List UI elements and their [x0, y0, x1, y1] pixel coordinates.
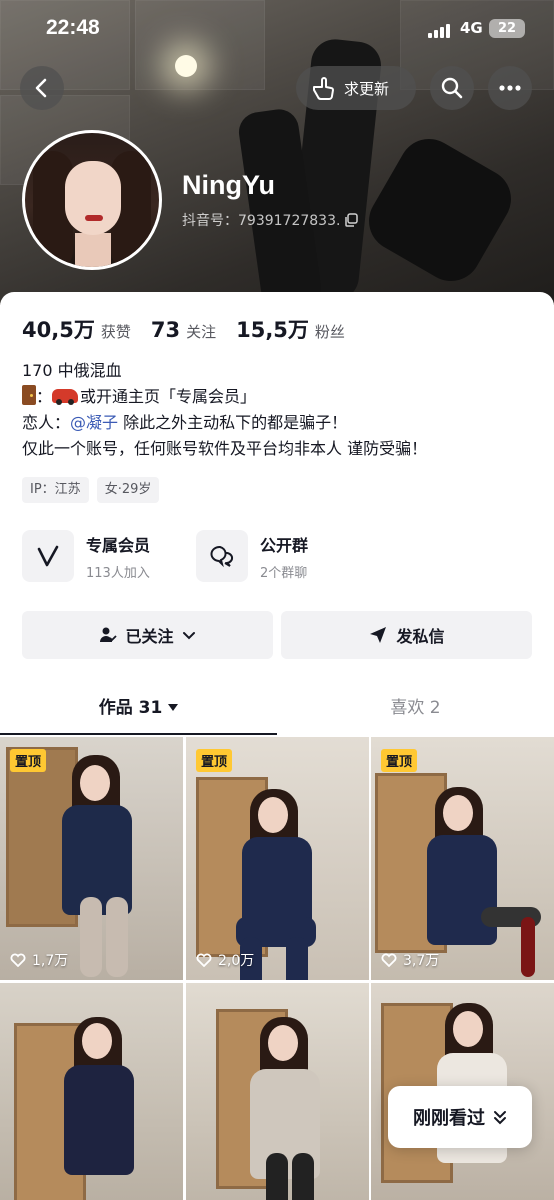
bio-line-3-prefix: 恋人：	[22, 413, 71, 432]
back-button[interactable]	[20, 66, 64, 110]
pointing-hand-icon	[313, 77, 334, 100]
chevron-left-icon	[35, 78, 47, 98]
bio-line-4: 仅此一个账号，任何账号软件及平台均非本人 谨防受骗！	[22, 439, 428, 458]
v-logo-icon	[22, 530, 74, 582]
status-bar: 22:48 4G 22	[0, 0, 554, 60]
video-likes-count: 1,7万	[32, 953, 69, 969]
send-icon	[370, 627, 387, 643]
tab-likes-label: 喜欢 2	[390, 698, 441, 718]
profile-name: NingYu	[182, 170, 275, 200]
public-group-entry[interactable]: 公开群 2个群聊	[196, 530, 308, 582]
public-group-subtitle: 2个群聊	[260, 565, 308, 581]
video-likes: 2,0万	[196, 950, 254, 970]
gender-age-tag: 女·29岁	[96, 477, 160, 503]
profile-bio: 170 中俄混血 ： 或开通主页「专属会员」 恋人：@凝子 除此之外主动私下的都是…	[22, 358, 427, 462]
recently-viewed-button[interactable]: 刚刚看过	[388, 1086, 532, 1148]
membership-title: 专属会员	[86, 535, 151, 555]
tab-works[interactable]: 作品 31	[0, 682, 277, 735]
heart-icon	[381, 953, 397, 967]
user-check-icon	[100, 627, 118, 642]
following-count[interactable]: 73	[151, 318, 180, 342]
tab-likes[interactable]: 喜欢 2	[277, 682, 554, 734]
bio-line-3: 恋人：@凝子 除此之外主动私下的都是骗子！	[22, 410, 427, 436]
heart-icon	[10, 953, 26, 967]
bio-mention-link[interactable]: @凝子	[70, 413, 118, 432]
recently-viewed-label: 刚刚看过	[413, 1108, 485, 1129]
video-likes-count: 3,7万	[403, 953, 440, 969]
profile-actions: 已关注 发私信	[22, 611, 532, 659]
network-type: 4G	[460, 19, 483, 37]
video-likes: 1,7万	[10, 950, 68, 970]
search-icon	[441, 77, 463, 99]
video-thumbnail[interactable]: 置顶 2,0万	[186, 737, 369, 980]
membership-subtitle: 113人加入	[86, 565, 150, 581]
avatar[interactable]	[22, 130, 162, 270]
chevron-down-icon	[182, 632, 195, 640]
video-likes-count: 2,0万	[218, 953, 255, 969]
message-button[interactable]: 发私信	[281, 611, 532, 659]
followers-count[interactable]: 15,5万	[236, 314, 309, 344]
car-emoji-icon	[52, 389, 79, 405]
likes-count: 40,5万	[22, 318, 95, 342]
following-label[interactable]: 关注	[186, 321, 216, 342]
followers-label[interactable]: 粉丝	[315, 321, 345, 342]
pinned-badge: 置顶	[196, 749, 233, 772]
feature-entries: 专属会员 113人加入 公开群 2个群聊	[22, 530, 308, 582]
signal-icon	[428, 22, 454, 38]
video-thumbnail[interactable]	[0, 983, 183, 1200]
heart-icon	[196, 953, 212, 967]
battery-indicator: 22	[489, 19, 525, 38]
bio-separator: ：	[36, 387, 53, 406]
profile-stats: 40,5万 获赞 73 关注 15,5万 粉丝	[22, 314, 359, 344]
copy-icon[interactable]	[344, 213, 359, 227]
tab-works-label: 作品 31	[98, 698, 163, 718]
more-button[interactable]	[488, 66, 532, 110]
likes-label: 获赞	[100, 323, 131, 341]
message-button-label: 发私信	[396, 627, 445, 646]
membership-entry[interactable]: 专属会员 113人加入	[22, 530, 150, 582]
public-group-title: 公开群	[260, 535, 309, 555]
door-emoji-icon	[22, 385, 36, 405]
request-update-button[interactable]: 求更新	[296, 66, 416, 110]
bio-line-1: 170 中俄混血	[22, 361, 122, 380]
double-chevron-down-icon	[494, 1111, 506, 1125]
caret-down-icon	[168, 704, 179, 711]
video-thumbnail[interactable]: 置顶 1,7万	[0, 737, 183, 980]
pinned-badge: 置顶	[381, 749, 418, 772]
status-time: 22:48	[46, 16, 100, 39]
more-dots-icon	[499, 85, 521, 91]
ip-location-tag: IP：江苏	[22, 477, 89, 503]
bio-line-2-text: 或开通主页「专属会员」	[80, 387, 257, 406]
profile-id-text: 抖音号：79391727833.	[182, 213, 341, 229]
chat-bubbles-icon	[196, 530, 249, 582]
pinned-badge: 置顶	[10, 749, 47, 772]
video-thumbnail[interactable]	[186, 983, 369, 1200]
following-button[interactable]: 已关注	[22, 611, 273, 659]
profile-tags: IP：江苏 女·29岁	[22, 477, 160, 503]
profile-id[interactable]: 抖音号：79391727833.	[182, 210, 359, 230]
request-update-label: 求更新	[344, 79, 390, 98]
content-tabs: 作品 31 喜欢 2	[0, 682, 554, 735]
video-thumbnail[interactable]: 置顶 3,7万	[371, 737, 554, 980]
search-button[interactable]	[430, 66, 474, 110]
bio-line-2: ： 或开通主页「专属会员」	[22, 384, 427, 410]
following-button-label: 已关注	[125, 627, 174, 646]
bio-line-3-suffix: 除此之外主动私下的都是骗子！	[118, 413, 348, 432]
video-likes: 3,7万	[381, 950, 439, 970]
